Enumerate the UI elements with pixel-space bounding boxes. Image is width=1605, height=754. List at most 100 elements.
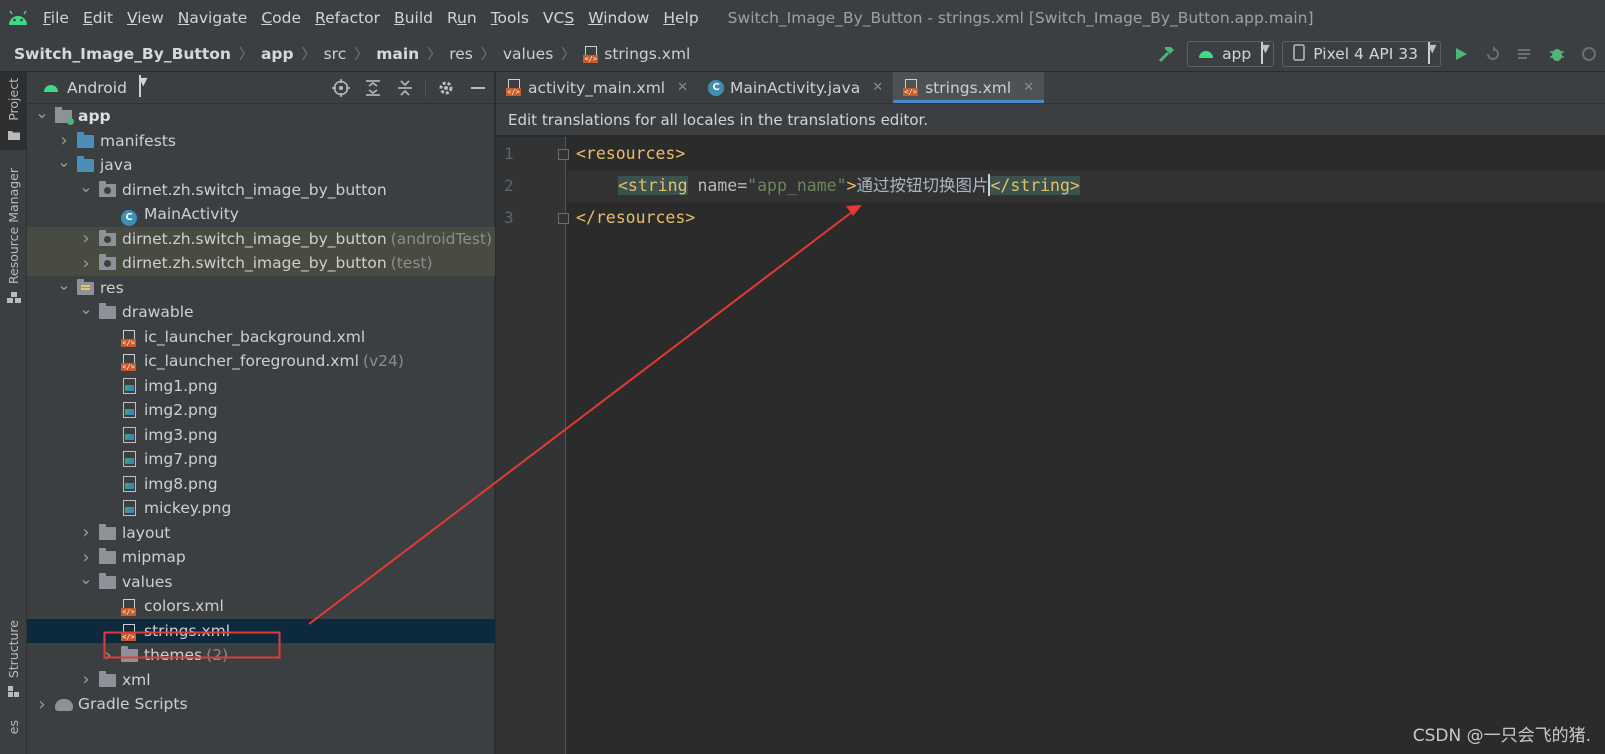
project-view-select[interactable]: Android ▼ <box>43 75 147 97</box>
tree-item[interactable]: › dirnet.zh.switch_image_by_button (test) <box>27 251 495 276</box>
close-icon[interactable]: ✕ <box>677 80 688 95</box>
close-icon[interactable]: ✕ <box>872 80 883 95</box>
chevron-right-icon[interactable]: › <box>79 669 93 690</box>
menu-window[interactable]: Window <box>581 0 656 36</box>
tree-item[interactable]: ⌄ values <box>27 570 495 595</box>
menu-help[interactable]: Help <box>656 0 705 36</box>
menu-navigate[interactable]: Navigate <box>171 0 255 36</box>
profile-icon[interactable] <box>1575 40 1603 68</box>
tree-item[interactable]: ›</>colors.xml <box>27 594 495 619</box>
chevron-down-icon[interactable]: ⌄ <box>79 301 93 320</box>
apply-code-changes-icon[interactable] <box>1511 40 1539 68</box>
menu-view[interactable]: View <box>120 0 171 36</box>
chevron-right-icon[interactable]: › <box>57 130 71 151</box>
breadcrumb-separator-icon: 〉 <box>238 46 253 63</box>
chevron-down-icon[interactable]: ⌄ <box>35 105 49 124</box>
chevron-right-icon[interactable]: › <box>35 694 49 715</box>
folder-icon <box>99 303 117 320</box>
expand-all-icon[interactable] <box>357 74 389 102</box>
chevron-right-icon[interactable]: › <box>79 547 93 568</box>
tree-item[interactable]: ›img8.png <box>27 472 495 497</box>
tree-item[interactable]: ›img7.png <box>27 447 495 472</box>
menu-tools[interactable]: Tools <box>484 0 536 36</box>
tree-item[interactable]: ›</>ic_launcher_foreground.xml(v24) <box>27 349 495 374</box>
editor-tab[interactable]: </> activity_main.xml ✕ <box>496 72 698 103</box>
project-tool-label: Project <box>6 78 21 121</box>
tree-item[interactable]: ›img1.png <box>27 374 495 399</box>
xml-file-icon: </> <box>121 329 139 347</box>
tree-item-label: app <box>78 107 111 126</box>
build-hammer-icon[interactable] <box>1153 40 1181 68</box>
tree-item[interactable]: ›mickey.png <box>27 496 495 521</box>
tree-item[interactable]: ⌄ drawable <box>27 300 495 325</box>
editor-tab[interactable]: </> strings.xml ✕ <box>893 72 1045 103</box>
bottom-tool-tab[interactable]: es <box>0 720 27 754</box>
breadcrumb-item[interactable]: Switch_Image_By_Button <box>14 45 231 63</box>
close-icon[interactable]: ✕ <box>1023 80 1034 95</box>
resource-manager-tool-tab[interactable]: Resource Manager <box>0 168 27 308</box>
folder-icon <box>99 670 117 688</box>
tree-item[interactable]: ›img3.png <box>27 423 495 448</box>
fold-marker-icon[interactable] <box>558 213 569 224</box>
tree-item[interactable]: › Gradle Scripts <box>27 692 495 717</box>
tree-item[interactable]: ›CMainActivity <box>27 202 495 227</box>
chevron-down-icon[interactable]: ⌄ <box>79 570 93 590</box>
chevron-right-icon[interactable]: › <box>101 645 115 666</box>
image-file-icon <box>121 426 139 443</box>
menu-run[interactable]: Run <box>440 0 484 36</box>
tree-item[interactable]: ⌄ res <box>27 276 495 301</box>
tree-item[interactable]: › layout <box>27 521 495 546</box>
tree-item[interactable]: ›</>ic_launcher_background.xml <box>27 325 495 350</box>
xml-file-icon: </> <box>121 623 139 641</box>
breadcrumb-item[interactable]: src <box>324 45 347 63</box>
tree-item-label: img7.png <box>144 450 218 469</box>
chevron-right-icon[interactable]: › <box>79 228 93 249</box>
breadcrumb-item[interactable]: app <box>261 45 294 63</box>
menu-refactor[interactable]: Refactor <box>308 0 387 36</box>
header-divider <box>425 78 426 97</box>
tree-item[interactable]: ⌄ java <box>27 153 495 178</box>
device-select[interactable]: Pixel 4 API 33 ▼ <box>1282 41 1441 67</box>
debug-bug-icon[interactable] <box>1543 40 1571 68</box>
menu-build[interactable]: Build <box>387 0 440 36</box>
chevron-down-icon[interactable]: ⌄ <box>79 178 93 198</box>
fold-marker-icon[interactable] <box>558 149 569 160</box>
tree-item[interactable]: › xml <box>27 668 495 693</box>
apply-changes-icon[interactable] <box>1479 40 1507 68</box>
tree-item[interactable]: › mipmap <box>27 545 495 570</box>
chevron-right-icon[interactable]: › <box>79 253 93 274</box>
tree-item[interactable]: › manifests <box>27 129 495 154</box>
chevron-right-icon[interactable]: › <box>79 522 93 543</box>
run-config-select[interactable]: app ▼ <box>1187 41 1275 67</box>
folder-icon <box>7 127 21 145</box>
collapse-all-icon[interactable] <box>389 74 421 102</box>
run-play-icon[interactable] <box>1447 40 1475 68</box>
menu-edit[interactable]: Edit <box>76 0 120 36</box>
tree-item-label: colors.xml <box>144 597 224 616</box>
breadcrumb-item[interactable]: values <box>503 45 553 63</box>
tree-item[interactable]: › themes (2) <box>27 643 495 668</box>
breadcrumb-item[interactable]: main <box>376 45 419 63</box>
package-icon <box>99 180 117 198</box>
translations-notice[interactable]: Edit translations for all locales in the… <box>496 104 1605 136</box>
line-gutter: 1 2 3 <box>496 137 569 754</box>
menu-file[interactable]: File <box>36 0 76 36</box>
hide-panel-icon[interactable] <box>462 74 494 102</box>
chevron-down-icon[interactable]: ⌄ <box>57 276 71 296</box>
breadcrumb-item[interactable]: res <box>449 45 473 63</box>
project-tool-tab[interactable]: Project <box>0 72 27 150</box>
editor-tab[interactable]: C MainActivity.java ✕ <box>698 72 893 103</box>
gear-icon[interactable] <box>430 74 462 102</box>
structure-tool-tab[interactable]: Structure <box>0 620 27 710</box>
menu-vcs[interactable]: VCS <box>536 0 581 36</box>
tree-item[interactable]: ›img2.png <box>27 398 495 423</box>
tree-item[interactable]: ›</>strings.xml <box>27 618 495 643</box>
tree-item[interactable]: › dirnet.zh.switch_image_by_button (androi… <box>27 226 495 251</box>
code-area[interactable]: 1 2 3 <resources> <string name="app_name… <box>496 137 1605 754</box>
locate-file-icon[interactable] <box>325 74 357 102</box>
tree-item[interactable]: ⌄ dirnet.zh.switch_image_by_button <box>27 178 495 203</box>
breadcrumb-item[interactable]: </> strings.xml <box>583 45 690 63</box>
chevron-down-icon[interactable]: ⌄ <box>57 154 71 173</box>
tree-item[interactable]: ⌄ app <box>27 104 495 129</box>
menu-code[interactable]: Code <box>254 0 308 36</box>
